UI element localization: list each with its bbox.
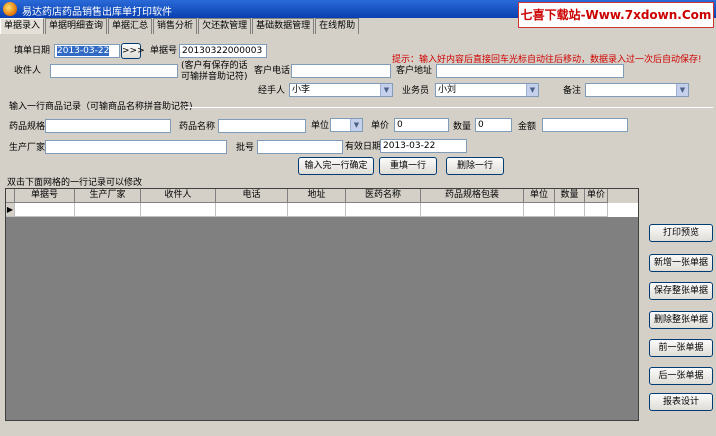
date-picker-button[interactable]: >>> bbox=[121, 43, 145, 59]
expiry-label: 有效日期 bbox=[345, 142, 382, 152]
qty-label: 数量 bbox=[453, 122, 472, 132]
phone-label: 客户电话 bbox=[254, 66, 291, 76]
previous-document-button[interactable]: 前一张单据 bbox=[649, 339, 713, 357]
qty-field[interactable]: 0 bbox=[475, 118, 512, 132]
col-phone[interactable]: 电话 bbox=[216, 189, 288, 203]
delete-row-button[interactable]: 删除一行 bbox=[446, 157, 504, 175]
batch-field[interactable] bbox=[257, 140, 343, 154]
table-cell[interactable] bbox=[75, 203, 141, 217]
table-row[interactable]: ▶ bbox=[6, 203, 638, 217]
remark-label: 备注 bbox=[563, 86, 582, 96]
next-document-button[interactable]: 后一张单据 bbox=[649, 367, 713, 385]
date-field[interactable]: 2013-03-22 bbox=[54, 44, 120, 58]
delete-document-button[interactable]: 删除整张单据 bbox=[649, 311, 713, 329]
amount-field[interactable] bbox=[542, 118, 628, 132]
spec-field[interactable] bbox=[45, 119, 171, 133]
chevron-down-icon: ▼ bbox=[526, 84, 538, 96]
phone-field[interactable] bbox=[291, 64, 391, 78]
table-cell[interactable] bbox=[346, 203, 421, 217]
table-cell[interactable] bbox=[216, 203, 288, 217]
amount-label: 金额 bbox=[518, 122, 537, 132]
salesman-label: 业务员 bbox=[402, 86, 430, 96]
unit-label: 单位 bbox=[311, 121, 330, 131]
remark-select[interactable]: ▼ bbox=[585, 83, 689, 97]
tab-entry[interactable]: 单据录入 bbox=[0, 18, 45, 34]
maker-field[interactable] bbox=[45, 140, 227, 154]
app-icon bbox=[3, 2, 17, 16]
refill-row-button[interactable]: 重填一行 bbox=[379, 157, 437, 175]
tab-detail-query[interactable]: 单据明细查询 bbox=[45, 18, 108, 34]
col-price[interactable]: 单价 bbox=[585, 189, 608, 203]
save-document-button[interactable]: 保存整张单据 bbox=[649, 282, 713, 300]
tab-debt-management[interactable]: 欠还款管理 bbox=[198, 18, 252, 34]
section-divider bbox=[185, 107, 713, 108]
table-cell[interactable] bbox=[555, 203, 585, 217]
col-spec-package[interactable]: 药品规格包装 bbox=[421, 189, 524, 203]
salesman-select[interactable]: 小刘 ▼ bbox=[435, 83, 539, 97]
price-field[interactable]: 0 bbox=[394, 118, 449, 132]
col-receiver[interactable]: 收件人 bbox=[141, 189, 216, 203]
maker-label: 生产厂家 bbox=[9, 143, 46, 153]
receiver-label: 收件人 bbox=[14, 66, 42, 76]
tab-sales-analysis[interactable]: 销售分析 bbox=[153, 18, 198, 34]
col-unit[interactable]: 单位 bbox=[524, 189, 555, 203]
tab-bar: 单据录入 单据明细查询 单据汇总 销售分析 欠还款管理 基础数据管理 在线帮助 bbox=[0, 18, 716, 34]
handler-select[interactable]: 小李 ▼ bbox=[289, 83, 393, 97]
receiver-field[interactable] bbox=[50, 64, 178, 78]
doc-no-label: 单据号 bbox=[150, 46, 178, 56]
spec-label: 药品规格 bbox=[9, 122, 46, 132]
col-qty[interactable]: 数量 bbox=[555, 189, 585, 203]
print-preview-button[interactable]: 打印预览 bbox=[649, 224, 713, 242]
chevron-down-icon: ▼ bbox=[380, 84, 392, 96]
col-address[interactable]: 地址 bbox=[288, 189, 346, 203]
table-cell[interactable] bbox=[524, 203, 555, 217]
receiver-note-2: 可输拼音助记符) bbox=[181, 72, 248, 82]
name-label: 药品名称 bbox=[179, 122, 216, 132]
handler-label: 经手人 bbox=[258, 86, 286, 96]
new-document-button[interactable]: 新增一张单据 bbox=[649, 254, 713, 272]
grid-header: 单据号 生产厂家 收件人 电话 地址 医药名称 药品规格包装 单位 数量 单价 bbox=[6, 189, 638, 203]
batch-label: 批号 bbox=[236, 143, 255, 153]
price-label: 单价 bbox=[371, 121, 390, 131]
report-design-button[interactable]: 报表设计 bbox=[649, 393, 713, 411]
handler-value: 小李 bbox=[292, 85, 311, 95]
table-cell[interactable] bbox=[288, 203, 346, 217]
confirm-row-button[interactable]: 输入完一行确定 bbox=[298, 157, 374, 175]
address-field[interactable] bbox=[436, 64, 624, 78]
salesman-value: 小刘 bbox=[438, 85, 457, 95]
col-doc-no[interactable]: 单据号 bbox=[15, 189, 75, 203]
chevron-down-icon: ▼ bbox=[350, 119, 362, 131]
table-cell[interactable] bbox=[421, 203, 524, 217]
unit-select[interactable]: ▼ bbox=[330, 118, 363, 132]
table-cell[interactable] bbox=[141, 203, 216, 217]
tab-base-data[interactable]: 基础数据管理 bbox=[252, 18, 315, 34]
table-cell[interactable] bbox=[15, 203, 75, 217]
records-grid[interactable]: 单据号 生产厂家 收件人 电话 地址 医药名称 药品规格包装 单位 数量 单价 … bbox=[5, 188, 639, 421]
tab-online-help[interactable]: 在线帮助 bbox=[315, 18, 360, 34]
date-value: 2013-03-22 bbox=[57, 46, 110, 56]
date-label: 填单日期 bbox=[14, 46, 51, 56]
table-cell[interactable] bbox=[585, 203, 608, 217]
chevron-down-icon: ▼ bbox=[676, 84, 688, 96]
expiry-field[interactable]: 2013-03-22 bbox=[380, 139, 467, 153]
col-maker[interactable]: 生产厂家 bbox=[75, 189, 141, 203]
doc-no-field[interactable]: 20130322000003 bbox=[179, 44, 267, 58]
window-title: 易达药店药品销售出库单打印软件 bbox=[22, 7, 172, 18]
name-field[interactable] bbox=[218, 119, 306, 133]
row-indicator-icon: ▶ bbox=[6, 203, 15, 217]
item-section-title: 输入一行商品记录（可输商品名称拼音助记符) bbox=[9, 102, 193, 112]
address-label: 客户地址 bbox=[396, 66, 433, 76]
tab-summary[interactable]: 单据汇总 bbox=[108, 18, 153, 34]
grid-corner bbox=[6, 189, 15, 203]
col-medicine-name[interactable]: 医药名称 bbox=[346, 189, 421, 203]
